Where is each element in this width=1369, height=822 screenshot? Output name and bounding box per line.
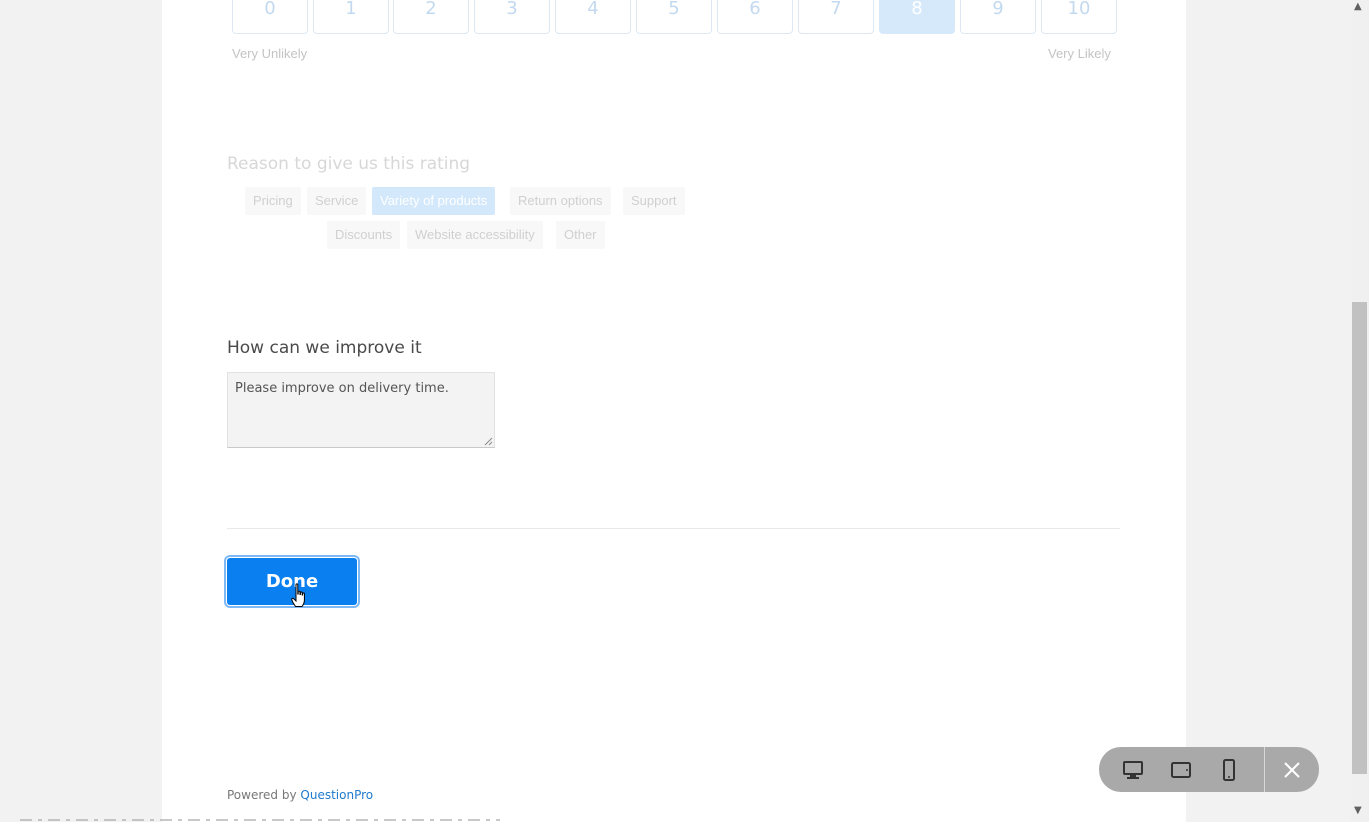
nps-option-5[interactable]: 5 [636, 0, 712, 34]
nps-option-7[interactable]: 7 [798, 0, 874, 34]
reason-chip-other[interactable]: Other [556, 221, 605, 249]
powered-by-text: Powered by [227, 788, 297, 802]
scroll-up-icon[interactable]: ▲ [1354, 2, 1362, 12]
scale-high-label: Very Likely [1048, 46, 1111, 61]
section-divider [227, 528, 1120, 529]
toolbar-separator [1264, 747, 1265, 792]
powered-by-footer: Powered by QuestionPro [227, 788, 373, 802]
reason-chip-support[interactable]: Support [623, 187, 685, 215]
reason-chip-return-options[interactable]: Return options [510, 187, 611, 215]
questionpro-link[interactable]: QuestionPro [300, 788, 373, 802]
scale-low-label: Very Unlikely [232, 46, 308, 61]
nps-option-10[interactable]: 10 [1041, 0, 1117, 34]
nps-option-2[interactable]: 2 [393, 0, 469, 34]
close-icon[interactable] [1281, 759, 1303, 781]
hand-cursor-icon [291, 583, 305, 607]
nps-option-1[interactable]: 1 [313, 0, 389, 34]
nps-option-3[interactable]: 3 [474, 0, 550, 34]
reason-chip-discounts[interactable]: Discounts [327, 221, 401, 249]
improve-textarea[interactable]: Please improve on delivery time. [227, 372, 495, 448]
vertical-scrollbar[interactable]: ▲ ▼ [1350, 0, 1369, 822]
nps-option-0[interactable]: 0 [232, 0, 308, 34]
device-preview-toolbar [1099, 747, 1319, 792]
reason-chip-pricing[interactable]: Pricing [245, 187, 301, 215]
survey-card: 0 1 2 3 4 5 6 7 8 9 10 Very Unlikely Ver… [162, 0, 1186, 822]
nps-option-8[interactable]: 8 [879, 0, 955, 34]
scrollbar-thumb[interactable] [1352, 302, 1367, 774]
improve-textarea-value: Please improve on delivery time. [235, 381, 449, 396]
reason-question-title: Reason to give us this rating [227, 154, 471, 174]
reason-chip-website-accessibility[interactable]: Website accessibility [407, 221, 543, 249]
resize-grip-icon[interactable] [483, 436, 493, 446]
nps-option-9[interactable]: 9 [960, 0, 1036, 34]
nps-option-6[interactable]: 6 [717, 0, 793, 34]
scroll-down-icon[interactable]: ▼ [1354, 806, 1362, 816]
mobile-icon[interactable] [1218, 759, 1240, 781]
reason-chip-variety-of-products[interactable]: Variety of products [372, 187, 496, 215]
reason-chip-service[interactable]: Service [307, 187, 367, 215]
improve-question-title: How can we improve it [227, 338, 422, 358]
desktop-icon[interactable] [1122, 759, 1144, 781]
tablet-landscape-icon[interactable] [1170, 759, 1192, 781]
nps-option-4[interactable]: 4 [555, 0, 631, 34]
truncated-text-artifact [20, 819, 500, 821]
